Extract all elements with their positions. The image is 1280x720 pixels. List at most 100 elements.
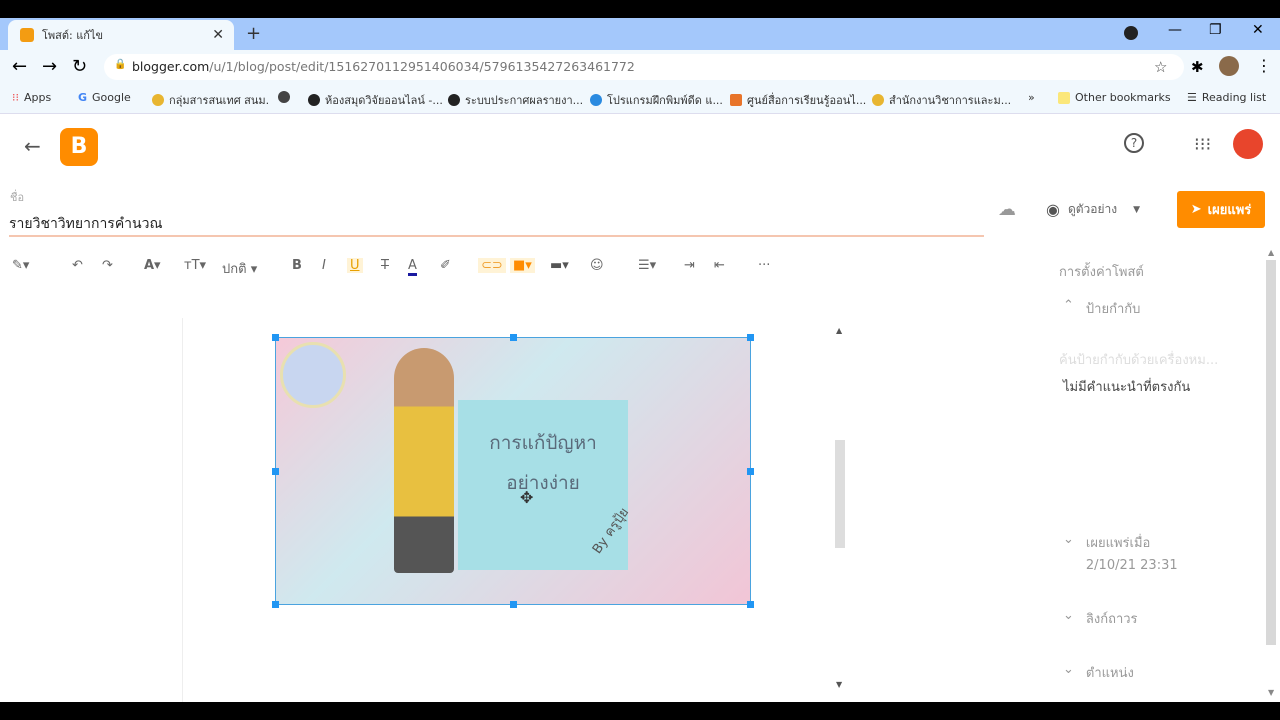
menu-icon[interactable]: ⋮ <box>1256 56 1272 75</box>
strikethrough-icon[interactable]: T <box>381 258 389 273</box>
back-arrow-icon[interactable]: ← <box>24 134 41 158</box>
scroll-down-icon[interactable]: ▼ <box>836 680 842 689</box>
settings-heading: การตั้งค่าโพสต์ <box>1059 265 1144 280</box>
published-section-toggle[interactable]: ⌄ เผยแพร่เมื่อ 2/10/21 23:31 <box>1063 532 1178 579</box>
tab-search-icon[interactable] <box>1124 26 1138 40</box>
insert-image-icon[interactable]: ■▾ <box>510 258 535 273</box>
bookmark-star-icon[interactable]: ☆ <box>1154 58 1167 76</box>
site-favicon-icon <box>152 94 164 106</box>
site-favicon-icon <box>278 91 290 103</box>
preview-button[interactable]: ◉ ดูตัวอย่าง ▼ <box>1046 200 1140 219</box>
font-icon[interactable]: A▾ <box>144 258 161 273</box>
tab-title: โพสต์: แก้ไข <box>42 29 104 42</box>
paragraph-style-dropdown[interactable]: ปกติ ▾ <box>222 258 257 279</box>
underline-icon[interactable]: U <box>347 258 363 273</box>
blogger-logo[interactable]: B <box>60 128 98 166</box>
account-avatar[interactable] <box>1233 129 1263 159</box>
sidebar-scroll-up-icon[interactable]: ▲ <box>1268 248 1274 257</box>
preview-label: ดูตัวอย่าง <box>1067 202 1118 216</box>
no-match-text: ไม่มีคำแนะนำที่ตรงกัน <box>1063 380 1191 395</box>
resize-handle[interactable] <box>272 468 279 475</box>
scroll-up-icon[interactable]: ▲ <box>836 326 842 335</box>
emoji-icon[interactable]: ☺ <box>590 258 604 273</box>
editor-scrollbar[interactable] <box>835 440 845 548</box>
text-color-icon[interactable]: A <box>408 258 417 276</box>
labels-section-toggle[interactable]: ⌃ ป้ายกำกับ <box>1063 298 1140 319</box>
redo-icon[interactable]: ↷ <box>102 258 113 273</box>
bookmark-label: Other bookmarks <box>1075 91 1171 104</box>
browser-tab[interactable]: โพสต์: แก้ไข ✕ <box>8 20 234 50</box>
bookmark-1[interactable]: กลุ่มสารสนเทศ สนม. <box>152 91 269 109</box>
labels-search-input[interactable]: ค้นป้ายกำกับด้วยเครื่องหม... <box>1059 349 1249 370</box>
bold-icon[interactable]: B <box>292 258 302 273</box>
chevron-down-icon: ▼ <box>1133 204 1141 215</box>
minimize-icon[interactable]: — <box>1168 22 1182 38</box>
new-tab-icon[interactable]: + <box>246 23 261 44</box>
bookmark-apps[interactable]: ⁝⁝ Apps <box>12 91 51 104</box>
close-tab-icon[interactable]: ✕ <box>212 27 224 43</box>
site-favicon-icon <box>872 94 884 106</box>
resize-handle[interactable] <box>510 601 517 608</box>
apps-grid-icon[interactable]: ⁝⁝⁝ <box>1194 134 1211 155</box>
bookmark-6[interactable]: สำนักงานวิชาการและม... <box>872 91 1011 109</box>
permalink-section-toggle[interactable]: ⌄ ลิงก์ถาวร <box>1063 608 1138 629</box>
send-icon: ➤ <box>1190 202 1202 217</box>
url-path: /u/1/blog/post/edit/1516270112951406034/… <box>209 59 635 74</box>
google-icon: G <box>78 91 88 104</box>
url-host: blogger.com <box>132 59 210 74</box>
extensions-icon[interactable]: ✱ <box>1191 58 1204 76</box>
bookmark-icon-only[interactable] <box>278 91 290 103</box>
more-options-icon[interactable]: ··· <box>758 258 770 273</box>
sidebar-scroll-down-icon[interactable]: ▼ <box>1268 688 1274 697</box>
close-window-icon[interactable]: ✕ <box>1252 22 1264 38</box>
location-section-toggle[interactable]: ⌄ ตำแหน่ง <box>1063 662 1134 683</box>
cartoon-man-figure <box>394 348 454 573</box>
chevron-down-icon: ⌄ <box>1063 608 1074 623</box>
post-image-selected[interactable]: การแก้ปัญหา อย่างง่าย By ครูปุ้ย ✥ <box>275 337 751 605</box>
resize-handle[interactable] <box>747 468 754 475</box>
italic-icon[interactable]: I <box>322 258 326 273</box>
resize-handle[interactable] <box>510 334 517 341</box>
align-icon[interactable]: ☰▾ <box>638 258 656 273</box>
highlight-icon[interactable]: ✐ <box>440 258 451 273</box>
bookmark-5[interactable]: ศูนย์สื่อการเรียนรู้ออนไ... <box>730 91 866 109</box>
resize-handle[interactable] <box>747 334 754 341</box>
published-date: 2/10/21 23:31 <box>1085 558 1178 573</box>
bookmark-4[interactable]: โปรแกรมฝึกพิมพ์ดีด แ... <box>590 91 723 109</box>
resize-handle[interactable] <box>747 601 754 608</box>
restore-icon[interactable]: ❐ <box>1209 22 1222 38</box>
back-icon[interactable]: ← <box>12 56 27 77</box>
labels-section-label: ป้ายกำกับ <box>1085 302 1141 317</box>
more-bookmarks-icon[interactable]: » <box>1028 91 1035 104</box>
resize-handle[interactable] <box>272 601 279 608</box>
bookmark-2[interactable]: ห้องสมุดวิจัยออนไลน์ -... <box>308 91 443 109</box>
cloud-saved-icon: ☁ <box>998 199 1016 220</box>
published-label: เผยแพร่เมื่อ <box>1085 536 1151 551</box>
profile-avatar[interactable] <box>1219 56 1239 76</box>
formatting-toolbar: ✎▾ ↶ ↷ A▾ ᴛT▾ ปกติ ▾ B I U T A ✐ ⊂⊃ ■▾ ▬… <box>0 258 800 282</box>
bookmark-google[interactable]: G Google <box>78 91 131 104</box>
forward-icon[interactable]: → <box>42 56 57 77</box>
insert-video-icon[interactable]: ▬▾ <box>550 258 569 273</box>
post-title-input[interactable]: รายวิชาวิทยาการคำนวณ <box>9 213 984 237</box>
address-bar[interactable]: 🔒 blogger.com/u/1/blog/post/edit/15162701… <box>104 54 1184 80</box>
indent-icon[interactable]: ⇥ <box>684 258 695 273</box>
image-text-line-2: อย่างง่าย <box>506 472 580 494</box>
bookmark-3[interactable]: ระบบประกาศผลรายงา... <box>448 91 583 109</box>
outdent-icon[interactable]: ⇤ <box>714 258 725 273</box>
reading-list[interactable]: ☰ Reading list <box>1187 91 1266 104</box>
compose-mode-icon[interactable]: ✎▾ <box>12 258 29 273</box>
blogger-favicon <box>20 28 34 42</box>
globe-icon <box>448 94 460 106</box>
other-bookmarks[interactable]: Other bookmarks <box>1058 91 1171 104</box>
resize-handle[interactable] <box>272 334 279 341</box>
reading-list-label: Reading list <box>1201 91 1267 104</box>
reload-icon[interactable]: ↻ <box>72 56 87 77</box>
undo-icon[interactable]: ↶ <box>72 258 83 273</box>
apps-icon: ⁝⁝ <box>12 91 19 104</box>
help-icon[interactable]: ? <box>1124 133 1144 153</box>
link-icon[interactable]: ⊂⊃ <box>478 258 506 273</box>
sidebar-scrollbar[interactable] <box>1266 260 1276 645</box>
publish-button[interactable]: ➤ เผยแพร่ <box>1177 191 1265 228</box>
font-size-icon[interactable]: ᴛT▾ <box>184 258 206 273</box>
